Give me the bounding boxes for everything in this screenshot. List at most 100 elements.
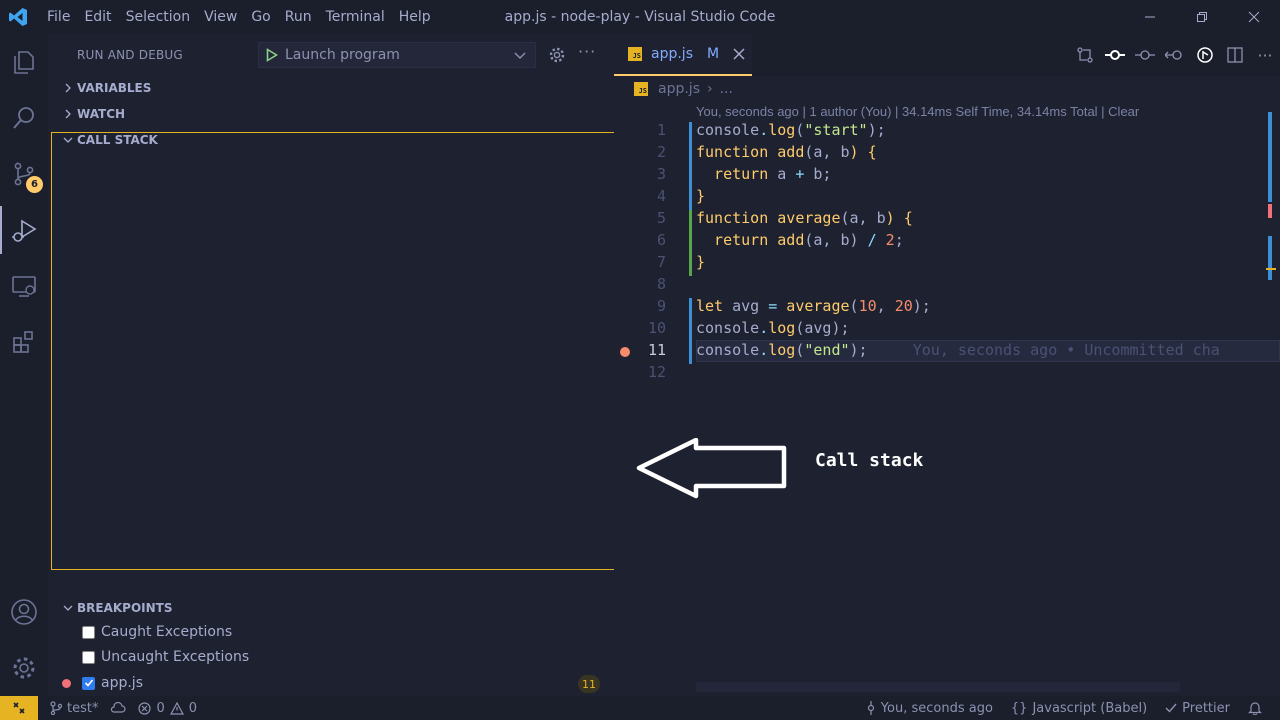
formatter[interactable]: Prettier: [1165, 701, 1230, 716]
search-icon[interactable]: [0, 94, 48, 142]
run-debug-icon[interactable]: [0, 206, 48, 254]
menu-file[interactable]: File: [40, 9, 77, 25]
manage-gear-icon[interactable]: [0, 644, 48, 692]
language-label: Javascript (Babel): [1032, 700, 1148, 716]
notifications[interactable]: [1248, 701, 1262, 715]
window-controls: [1124, 0, 1280, 34]
previous-revision-icon[interactable]: [1130, 48, 1160, 62]
code-line-6[interactable]: return add(a, b) / 2;: [696, 231, 904, 249]
token: );: [867, 121, 886, 139]
source-control-icon[interactable]: 6: [0, 150, 48, 198]
line-number[interactable]: 1: [614, 121, 666, 139]
code-line-10[interactable]: console.log(avg);: [696, 319, 850, 337]
close-tab-icon[interactable]: [729, 44, 749, 64]
gitlens-inspect-icon[interactable]: [1190, 46, 1220, 64]
warning-count: 0: [188, 700, 198, 716]
line-number[interactable]: 9: [614, 297, 666, 315]
vscode-logo-icon: [0, 0, 36, 34]
annotation-label: Call stack: [815, 450, 924, 471]
line-number[interactable]: 8: [614, 275, 666, 293]
remote-indicator-icon[interactable]: [0, 696, 38, 720]
menu-terminal[interactable]: Terminal: [319, 9, 392, 25]
menu-run[interactable]: Run: [278, 9, 319, 25]
code-line-11[interactable]: console.log("end"); You, seconds ago • U…: [696, 341, 1220, 359]
problems[interactable]: 0 0: [138, 701, 197, 716]
minimize-icon[interactable]: [1124, 0, 1176, 34]
line-number[interactable]: 12: [614, 363, 666, 381]
chevron-down-icon: [60, 135, 76, 145]
section-watch-label: WATCH: [77, 107, 126, 121]
git-commit-icon[interactable]: [1100, 48, 1130, 62]
breakpoint-caught-exceptions[interactable]: Caught Exceptions: [82, 621, 232, 643]
cloud-sync-icon: [111, 702, 126, 713]
breadcrumb-file[interactable]: app.js: [658, 81, 700, 97]
editor-actions: ···: [1070, 34, 1280, 76]
menu-view[interactable]: View: [197, 9, 244, 25]
line-number[interactable]: 10: [614, 319, 666, 337]
next-revision-icon[interactable]: [1160, 48, 1190, 62]
tab-app-js[interactable]: JS app.js M: [614, 34, 752, 76]
gitlens-blame[interactable]: You, seconds ago: [866, 701, 993, 716]
remote-explorer-icon[interactable]: [0, 262, 48, 310]
split-editor-icon[interactable]: [1220, 47, 1250, 63]
app-js-breakpoint-checkbox[interactable]: [82, 676, 95, 690]
extensions-icon[interactable]: [0, 318, 48, 366]
git-branch-icon: [50, 701, 62, 715]
restore-icon[interactable]: [1176, 0, 1228, 34]
menu-go[interactable]: Go: [244, 9, 277, 25]
breakpoint-app-js[interactable]: app.js: [82, 672, 143, 694]
start-debugging-icon[interactable]: [259, 48, 285, 62]
code-line-2[interactable]: function add(a, b) {: [696, 143, 877, 161]
caught-exceptions-label: Caught Exceptions: [101, 624, 233, 640]
more-actions-icon[interactable]: ···: [1250, 46, 1280, 65]
menu-selection[interactable]: Selection: [119, 9, 198, 25]
breadcrumb-symbol[interactable]: ...: [720, 81, 733, 97]
code-line-9[interactable]: let avg = average(10, 20);: [696, 297, 931, 315]
section-call-stack[interactable]: CALL STACK: [60, 129, 158, 151]
javascript-file-icon: JS: [634, 82, 648, 96]
account-icon[interactable]: [0, 588, 48, 636]
section-breakpoints[interactable]: BREAKPOINTS: [60, 597, 173, 619]
line-number[interactable]: 5: [614, 209, 666, 227]
more-actions-icon[interactable]: ···: [578, 42, 596, 61]
section-variables[interactable]: VARIABLES: [60, 77, 151, 99]
chevron-down-icon: [60, 603, 76, 613]
language-mode[interactable]: {} Javascript (Babel): [1011, 701, 1147, 716]
code-line-1[interactable]: console.log("start");: [696, 121, 886, 139]
token: b;: [804, 165, 832, 183]
line-number[interactable]: 3: [614, 165, 666, 183]
line-number[interactable]: 7: [614, 253, 666, 271]
breakpoint-line-badge: 11: [578, 675, 600, 693]
horizontal-scrollbar[interactable]: [696, 682, 1180, 692]
bell-icon: [1248, 702, 1262, 715]
token: log: [768, 341, 796, 359]
debug-settings-gear-icon[interactable]: [548, 46, 566, 68]
close-window-icon[interactable]: [1228, 0, 1280, 34]
code-line-5[interactable]: function average(a, b) {: [696, 209, 913, 227]
menu-help[interactable]: Help: [392, 9, 438, 25]
blame-text: You, seconds ago: [880, 700, 993, 716]
uncaught-exceptions-checkbox[interactable]: [82, 650, 95, 664]
breakpoint-uncaught-exceptions[interactable]: Uncaught Exceptions: [82, 646, 249, 668]
sync-changes[interactable]: [110, 702, 126, 714]
code-line-4[interactable]: }: [696, 187, 705, 205]
launch-config-select[interactable]: Launch program: [258, 42, 536, 68]
line-number[interactable]: 4: [614, 187, 666, 205]
line-number[interactable]: 6: [614, 231, 666, 249]
menu-edit[interactable]: Edit: [77, 9, 118, 25]
line-number[interactable]: 2: [614, 143, 666, 161]
inline-blame[interactable]: You, seconds ago • Uncommitted cha: [913, 341, 1220, 359]
token: average: [768, 209, 841, 227]
caught-exceptions-checkbox[interactable]: [82, 625, 95, 639]
compare-changes-icon[interactable]: [1070, 46, 1100, 64]
code-line-3[interactable]: return a + b;: [696, 165, 831, 183]
token: (avg);: [795, 319, 850, 337]
gitlens-codelens[interactable]: You, seconds ago | 1 author (You) | 34.1…: [696, 104, 1139, 119]
code-line-7[interactable]: }: [696, 253, 705, 271]
git-branch[interactable]: test*: [50, 701, 98, 716]
section-watch[interactable]: WATCH: [60, 103, 125, 125]
explorer-icon[interactable]: [0, 38, 48, 86]
token: a, b: [813, 143, 850, 161]
breakpoint-marker-icon[interactable]: [620, 347, 630, 357]
error-count: 0: [156, 700, 165, 716]
